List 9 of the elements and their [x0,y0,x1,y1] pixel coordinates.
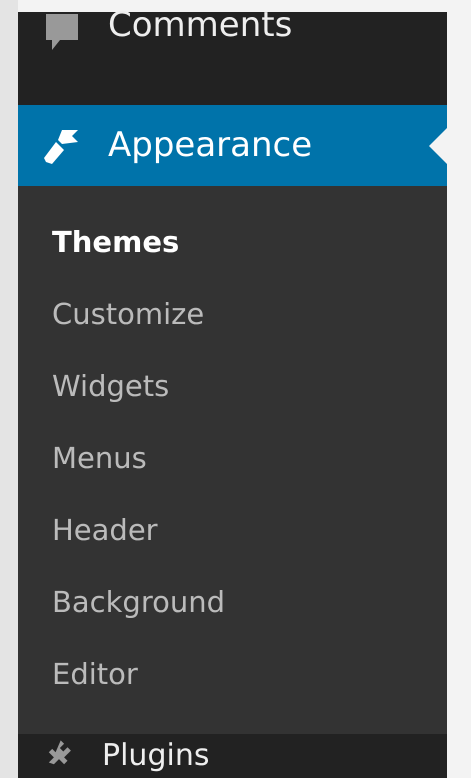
submenu-item[interactable]: Customize [18,278,447,350]
submenu-item[interactable]: Background [18,566,447,638]
submenu-item[interactable]: Themes [18,206,447,278]
submenu-item[interactable]: Widgets [18,350,447,422]
menu-item[interactable]: Appearance [18,105,447,186]
submenu-item[interactable]: Editor [18,638,447,710]
pointer-notch [429,128,447,164]
submenu-item[interactable]: Menus [18,422,447,494]
submenu-item[interactable]: Header [18,494,447,566]
